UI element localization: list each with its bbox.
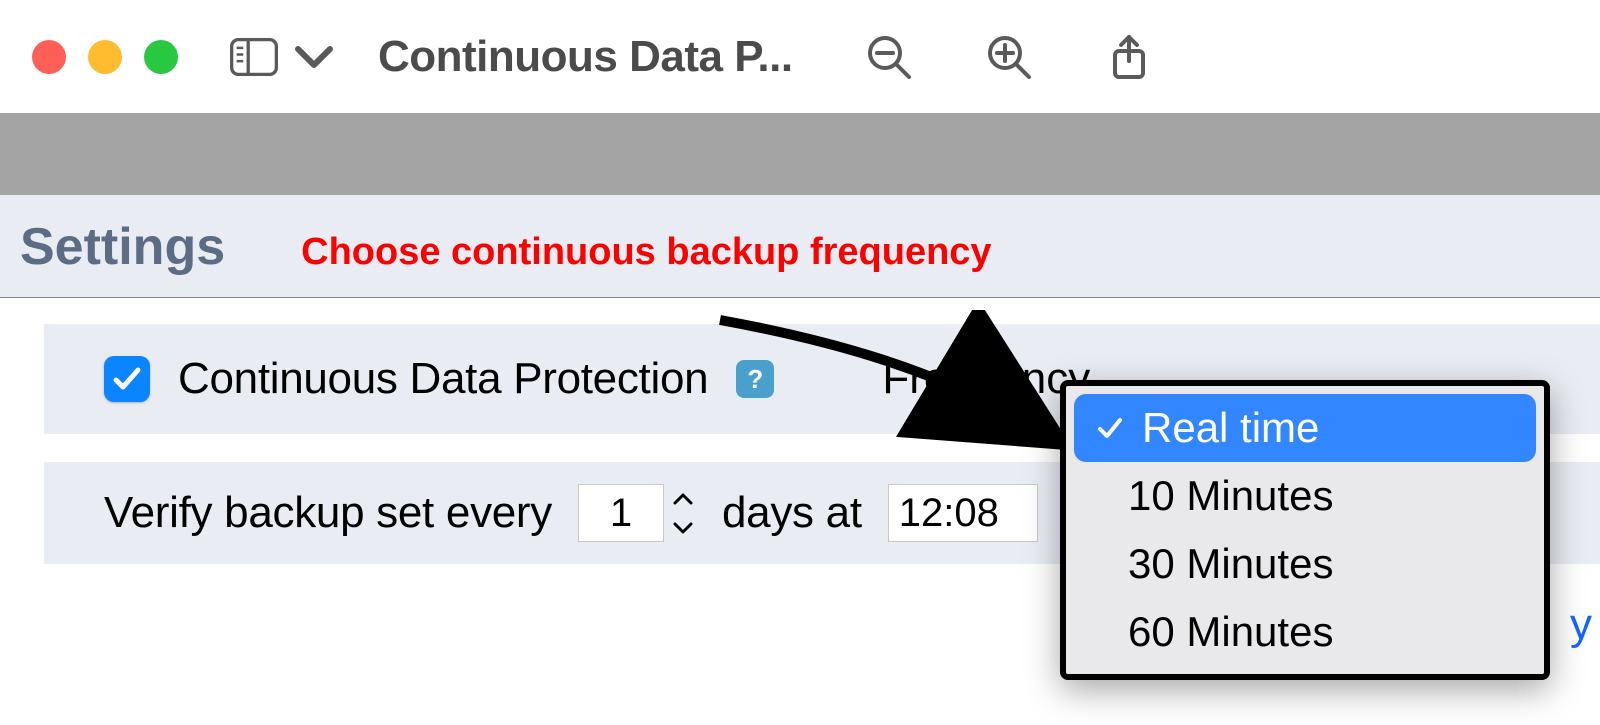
toolbar-right	[865, 33, 1153, 81]
dropdown-item-label: Real time	[1142, 404, 1319, 452]
traffic-lights	[32, 40, 178, 74]
cdp-label: Continuous Data Protection	[178, 354, 708, 404]
toolbar-divider-band	[0, 113, 1600, 195]
dropdown-item-label: 30 Minutes	[1128, 540, 1333, 588]
settings-header: Settings Choose continuous backup freque…	[0, 195, 1600, 298]
share-button[interactable]	[1105, 33, 1153, 81]
dropdown-item-10-minutes[interactable]: 10 Minutes	[1074, 462, 1536, 530]
settings-title: Settings	[20, 217, 225, 277]
window-zoom-button[interactable]	[144, 40, 178, 74]
window-toolbar: Continuous Data P...	[0, 0, 1600, 113]
dropdown-item-30-minutes[interactable]: 30 Minutes	[1074, 530, 1536, 598]
stepper-up-icon[interactable]	[670, 486, 696, 512]
frequency-dropdown[interactable]: Real time 10 Minutes 30 Minutes 60 Minut…	[1060, 380, 1550, 680]
window-minimize-button[interactable]	[88, 40, 122, 74]
annotation-text: Choose continuous backup frequency	[301, 231, 991, 274]
verify-now-link-peek[interactable]: y N	[1570, 600, 1600, 650]
verify-label-prefix: Verify backup set every	[104, 488, 552, 538]
dropdown-item-60-minutes[interactable]: 60 Minutes	[1074, 598, 1536, 666]
zoom-out-button[interactable]	[865, 33, 913, 81]
dropdown-item-label: 60 Minutes	[1128, 608, 1333, 656]
verify-label-middle: days at	[722, 488, 862, 538]
window-title: Continuous Data P...	[378, 32, 793, 82]
dropdown-item-real-time[interactable]: Real time	[1074, 394, 1536, 462]
stepper-down-icon[interactable]	[670, 515, 696, 541]
sidebar-toggle-icon[interactable]	[230, 33, 278, 81]
help-icon[interactable]: ?	[736, 360, 774, 398]
verify-days-stepper	[578, 484, 696, 542]
check-icon	[1092, 414, 1128, 442]
chevron-down-icon[interactable]	[290, 33, 338, 81]
dropdown-item-label: 10 Minutes	[1128, 472, 1333, 520]
cdp-checkbox[interactable]	[104, 356, 150, 402]
verify-time-input[interactable]: 12:08	[888, 484, 1038, 542]
zoom-in-button[interactable]	[985, 33, 1033, 81]
verify-days-input[interactable]	[578, 484, 664, 542]
window-close-button[interactable]	[32, 40, 66, 74]
